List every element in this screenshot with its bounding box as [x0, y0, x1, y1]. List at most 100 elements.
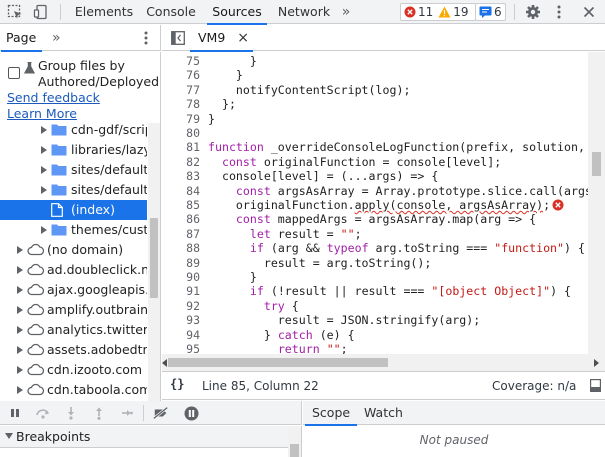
tab-sources[interactable]: Sources [207, 0, 267, 25]
line-number[interactable]: 82 [186, 155, 200, 170]
coverage-toggle-icon[interactable] [590, 379, 601, 392]
line-number[interactable]: 79 [186, 112, 200, 127]
pretty-print-button[interactable]: {} [170, 377, 184, 391]
code-line[interactable]: if (arg && typeof arg.toString === "func… [208, 241, 585, 256]
expand-arrow-icon[interactable] [41, 226, 47, 234]
tree-item[interactable]: sites/default/f [0, 180, 147, 200]
tree-item[interactable]: amplify.outbrain.co [0, 300, 147, 320]
more-navigator-tabs-icon[interactable]: » [52, 30, 61, 46]
step-into-icon[interactable] [63, 405, 79, 421]
line-number[interactable]: 89 [186, 256, 200, 271]
expand-arrow-icon[interactable] [41, 126, 47, 134]
code-line[interactable]: notifyContentScript(log); [208, 83, 411, 98]
expand-arrow-icon[interactable] [17, 366, 23, 374]
line-number[interactable]: 80 [186, 126, 200, 141]
navigator-scroll-thumb[interactable] [150, 218, 158, 298]
expand-arrow-icon[interactable] [17, 346, 23, 354]
navigator-scrollbar[interactable] [148, 123, 160, 401]
group-files-checkbox[interactable] [8, 67, 20, 79]
step-over-icon[interactable] [35, 405, 51, 421]
error-icon[interactable] [552, 199, 564, 211]
editor-horizontal-thumb[interactable] [168, 358, 388, 367]
tab-network[interactable]: Network [274, 0, 334, 24]
expand-arrow-icon[interactable] [41, 166, 47, 174]
inspect-element-icon[interactable] [4, 0, 26, 24]
code-line[interactable]: const originalFunction = console[level]; [208, 155, 501, 170]
tree-item[interactable]: ajax.googleapis.co [0, 280, 147, 300]
code-line[interactable]: } [208, 270, 257, 285]
expand-arrow-icon[interactable] [17, 306, 23, 314]
line-number[interactable]: 93 [186, 313, 200, 328]
more-options-icon[interactable] [548, 0, 570, 24]
expand-arrow-icon[interactable] [17, 386, 23, 394]
line-number[interactable]: 83 [186, 169, 200, 184]
line-number[interactable]: 87 [186, 227, 200, 242]
line-number[interactable]: 92 [186, 299, 200, 314]
code-line[interactable]: } catch (e) { [208, 328, 355, 343]
tree-item[interactable]: themes/custom/ [0, 220, 147, 240]
tab-elements[interactable]: Elements [72, 0, 136, 24]
code-line[interactable]: return ""; [208, 342, 348, 354]
tree-item[interactable]: (no domain) [0, 240, 147, 260]
tab-watch[interactable]: Watch [364, 401, 403, 425]
expand-arrow-icon[interactable] [41, 146, 47, 154]
line-number[interactable]: 76 [186, 68, 200, 83]
navigator-menu-icon[interactable] [144, 31, 148, 45]
code-line[interactable]: console[level] = (...args) => { [208, 169, 438, 184]
tree-item[interactable]: ad.doubleclick.net [0, 260, 147, 280]
tree-item[interactable]: analytics.twitter.co [0, 320, 147, 340]
code-line[interactable]: result = JSON.stringify(arg); [208, 313, 480, 328]
issues-counter-button[interactable]: 11 19 [400, 3, 476, 21]
pause-on-exceptions-icon[interactable] [183, 405, 199, 421]
tree-item[interactable]: assets.adobedtm.c [0, 340, 147, 360]
line-number[interactable]: 81 [186, 140, 200, 155]
expand-arrow-icon[interactable] [17, 266, 23, 274]
close-tab-icon[interactable]: × [237, 30, 249, 46]
tree-item[interactable]: cdn.izooto.com [0, 360, 147, 380]
tab-console[interactable]: Console [142, 0, 200, 24]
line-number[interactable]: 78 [186, 97, 200, 112]
editor-vertical-thumb[interactable] [592, 152, 601, 176]
tree-item[interactable]: sites/default/f [0, 160, 147, 180]
toggle-navigator-icon[interactable] [171, 31, 185, 45]
code-line[interactable]: function _overrideConsoleLogFunction(pre… [208, 140, 588, 155]
scroll-left-arrow[interactable] [162, 359, 167, 367]
tree-item-selected[interactable]: (index) [0, 200, 147, 220]
settings-gear-icon[interactable] [522, 0, 544, 24]
line-number[interactable]: 75 [186, 54, 200, 69]
line-number[interactable]: 88 [186, 241, 200, 256]
editor-vertical-scrollbar[interactable] [588, 52, 605, 354]
more-tabs-icon[interactable]: » [338, 0, 354, 24]
line-number[interactable]: 90 [186, 270, 200, 285]
device-toolbar-icon[interactable] [30, 0, 52, 24]
send-feedback-link[interactable]: Send feedback [7, 90, 100, 105]
close-devtools-icon[interactable] [578, 0, 600, 24]
code-line[interactable]: }; [208, 97, 236, 112]
line-number[interactable]: 91 [186, 284, 200, 299]
breakpoints-section-header[interactable]: Breakpoints [0, 426, 302, 448]
editor-horizontal-scrollbar[interactable] [162, 354, 605, 371]
code-line[interactable]: let result = ""; [208, 227, 362, 242]
tree-item[interactable]: libraries/lazysi [0, 140, 147, 160]
line-number[interactable]: 84 [186, 184, 200, 199]
line-number[interactable]: 86 [186, 212, 200, 227]
tab-scope[interactable]: Scope [304, 401, 358, 426]
line-number[interactable]: 94 [186, 328, 200, 343]
line-number[interactable]: 95 [186, 342, 200, 354]
sidebar-scroll-thumb[interactable] [290, 444, 299, 457]
messages-counter-button[interactable]: 6 [475, 3, 506, 21]
line-number[interactable]: 85 [186, 198, 200, 213]
pause-icon[interactable] [7, 405, 23, 421]
expand-arrow-icon[interactable] [41, 186, 47, 194]
code-editor[interactable]: } } notifyContentScript(log); };} functio… [204, 52, 588, 354]
code-line[interactable]: } [208, 68, 243, 83]
tree-item[interactable]: cdn-gdf/script [0, 123, 147, 140]
editor-file-tab[interactable]: VM9 × [190, 25, 254, 52]
deactivate-breakpoints-icon[interactable] [153, 405, 169, 421]
code-line[interactable]: originalFunction.apply(console, argsAsAr… [208, 198, 564, 213]
expand-arrow-icon[interactable] [17, 286, 23, 294]
code-line[interactable]: const mappedArgs = argsAsArray.map(arg =… [208, 212, 536, 227]
expand-arrow-icon[interactable] [17, 246, 23, 254]
code-line[interactable]: } [208, 112, 215, 127]
scroll-right-arrow[interactable] [594, 359, 599, 367]
